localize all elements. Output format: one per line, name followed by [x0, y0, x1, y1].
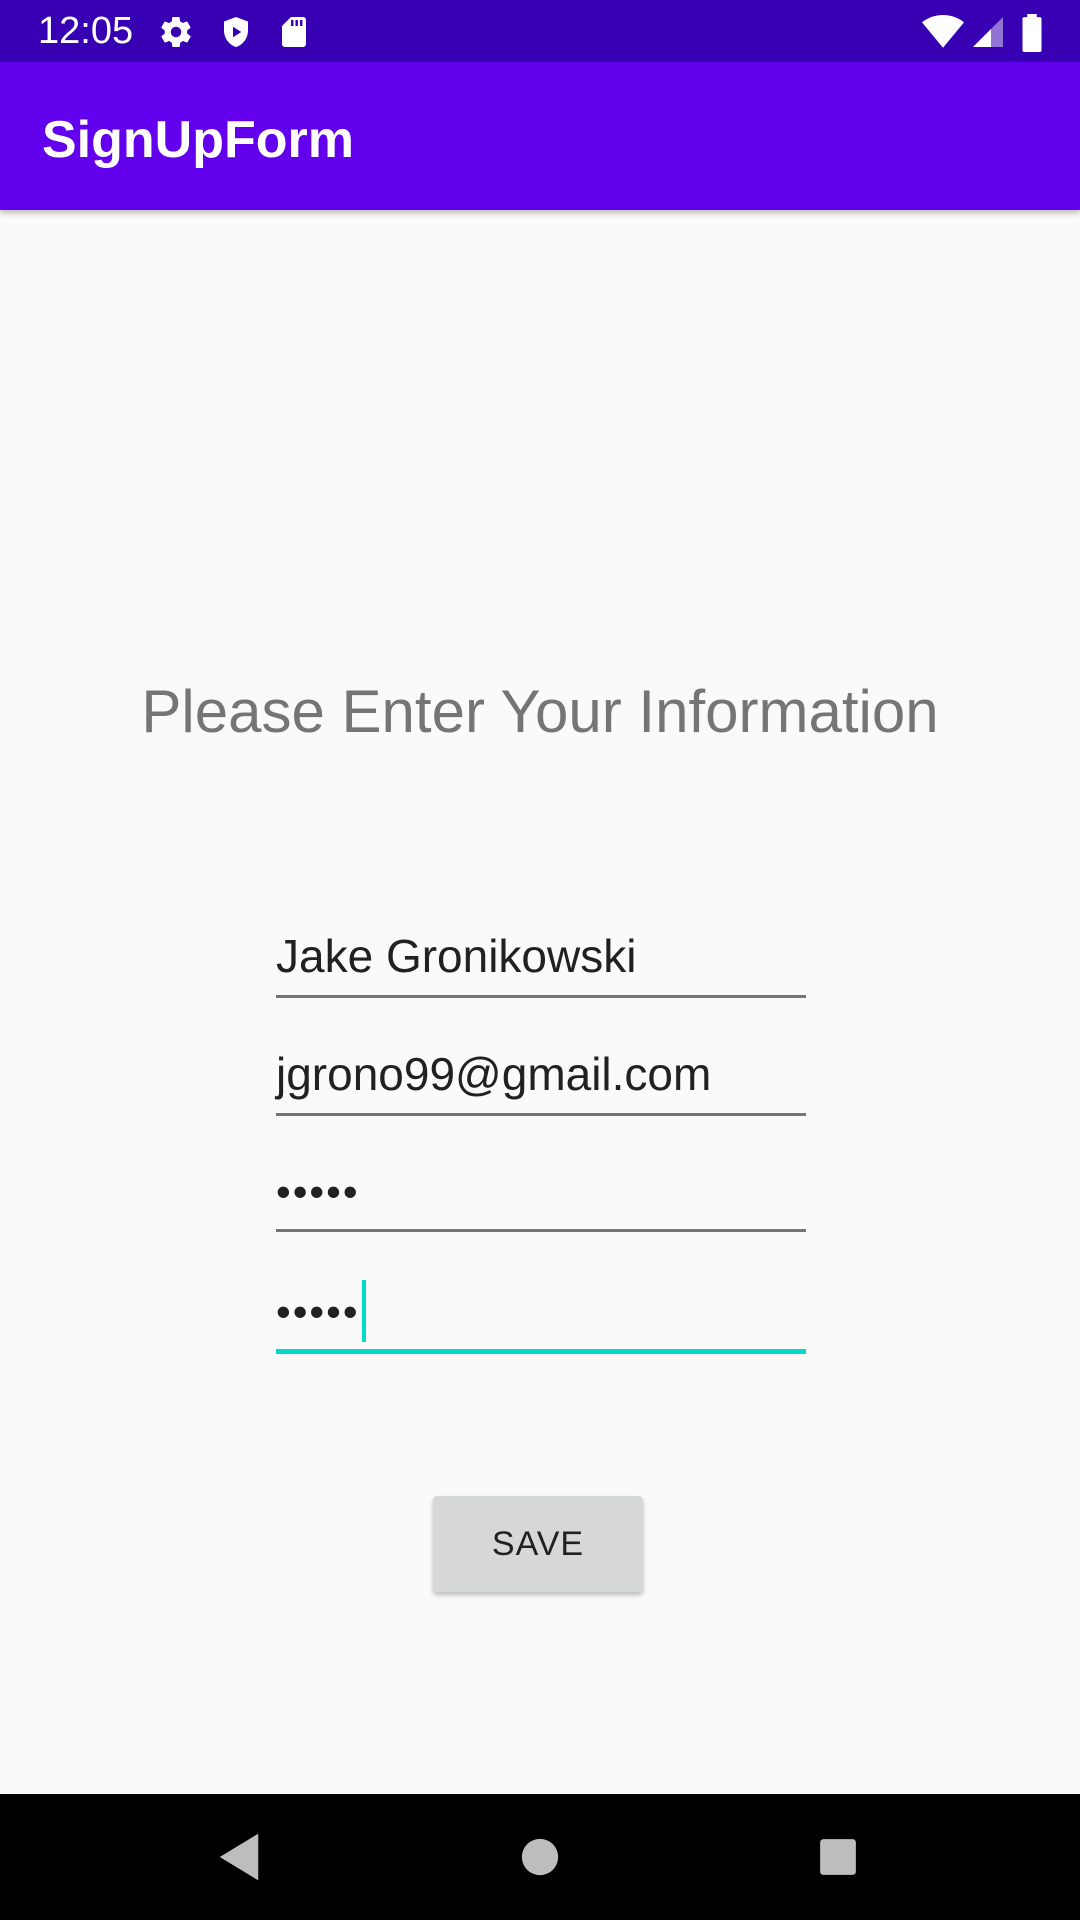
back-icon[interactable]: [206, 1824, 272, 1890]
sd-card-icon: [276, 14, 312, 50]
form-heading: Please Enter Your Information: [141, 678, 939, 745]
app-bar: SignUpForm: [0, 62, 1080, 210]
gear-icon: [158, 14, 194, 50]
email-field[interactable]: jgrono99@gmail.com: [276, 1036, 806, 1116]
confirm-password-field-underline: [276, 1349, 806, 1354]
password-field[interactable]: •••••: [276, 1152, 806, 1232]
password-field-value[interactable]: •••••: [276, 1162, 360, 1222]
confirm-password-field-container[interactable]: •••••: [276, 1279, 366, 1346]
status-time: 12:05: [38, 10, 134, 52]
navigation-bar: [0, 1794, 1080, 1920]
name-field-underline: [276, 995, 806, 998]
password-field-underline: [276, 1229, 806, 1232]
wifi-icon: [922, 14, 964, 50]
text-cursor: [361, 1279, 366, 1342]
save-button[interactable]: SAVE: [433, 1496, 643, 1592]
app-title: SignUpForm: [42, 111, 354, 169]
battery-icon: [1018, 14, 1046, 53]
confirm-password-field[interactable]: •••••: [276, 1272, 806, 1354]
name-field-value[interactable]: Jake Gronikowski: [276, 926, 636, 986]
signal-icon: [970, 14, 1006, 50]
recents-icon[interactable]: [805, 1824, 871, 1890]
home-icon[interactable]: [507, 1824, 573, 1890]
name-field[interactable]: Jake Gronikowski: [276, 918, 806, 998]
email-field-value[interactable]: jgrono99@gmail.com: [276, 1044, 711, 1104]
confirm-password-field-value: •••••: [276, 1288, 360, 1335]
status-bar: 12:05: [0, 0, 1080, 62]
email-field-underline: [276, 1113, 806, 1116]
shield-icon: [218, 14, 254, 50]
screen: 12:05 SignUpForm Please Enter Your Infor…: [0, 0, 1080, 1920]
